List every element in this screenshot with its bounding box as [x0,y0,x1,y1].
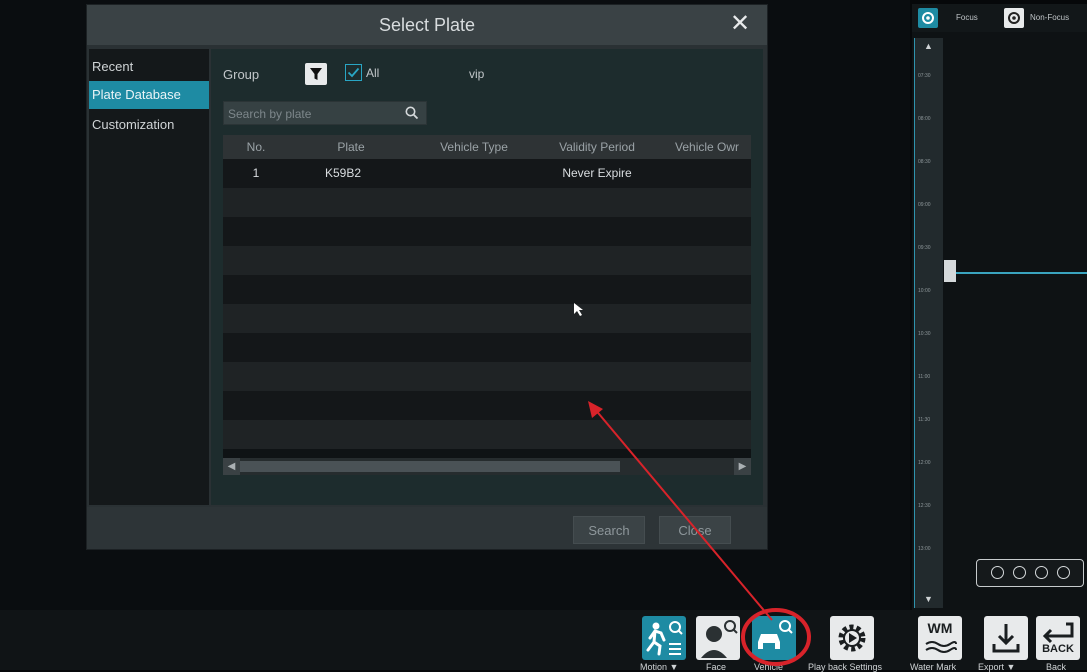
timeline-tick: 11:30 [918,417,931,423]
search-box [223,101,427,126]
horizontal-scrollbar[interactable]: ◀ ▶ [223,458,751,475]
timeline-tick: 12:30 [918,503,931,509]
all-label: All [366,66,380,80]
all-checkbox[interactable] [345,64,362,81]
watermark-icon[interactable]: WM [918,616,962,660]
focus-icon[interactable] [918,8,938,28]
playback-settings-icon[interactable] [830,616,874,660]
bottom-toolbar: Motion ▼ Face Vehicle Play back Settings… [0,610,1087,672]
focus-label: Focus [956,13,978,22]
column-header-plate[interactable]: Plate [289,135,413,159]
group-label: Group [223,67,260,82]
column-header-vehicle-owner[interactable]: Vehicle Owr [659,135,751,159]
cell-no: 1 [252,166,260,180]
vehicle-label: Vehicle [754,662,784,672]
search-input[interactable] [224,102,410,126]
scroll-down-icon[interactable]: ▼ [924,594,933,604]
zoom-in-icon[interactable] [991,566,1004,579]
scroll-up-icon[interactable]: ▲ [924,41,933,51]
empty-row [223,362,751,391]
scroll-right-icon[interactable]: ▶ [734,458,751,475]
column-header-vehicle-type[interactable]: Vehicle Type [413,135,535,159]
export-icon[interactable] [984,616,1028,660]
timeline-tick: 13:00 [918,546,931,552]
non-focus-icon[interactable] [1004,8,1024,28]
empty-row [223,391,751,420]
sidebar-item-customization[interactable]: Customization [89,111,209,139]
export-label: Export ▼ [978,662,1016,672]
face-label: Face [706,662,727,672]
sidebar-item-plate-database[interactable]: Plate Database [89,81,209,109]
playback-settings-label: Play back Settings [808,662,883,672]
timeline-panel: Focus Non-Focus ▲ 07:30 08:00 08:30 09:0… [912,4,1087,610]
cell-vehicle-type [413,159,535,188]
dialog-sidebar: Recent Plate Database Customization [89,49,209,505]
dialog-title: Select Plate [87,5,767,45]
empty-row [223,275,751,304]
vehicle-search-icon[interactable] [752,616,796,660]
cell-plate: K59B2 [324,166,362,180]
table-header: No. Plate Vehicle Type Validity Period V… [223,135,751,159]
timeline-tick: 08:00 [918,116,931,122]
close-icon[interactable]: ✕ [725,9,755,39]
empty-row [223,420,751,449]
empty-row [223,304,751,333]
table-row[interactable]: 1 K59B2 Never Expire [223,159,751,188]
timeline-tick: 09:00 [918,202,931,208]
watermark-label: Water Mark [910,662,957,672]
plate-database-panel: Group All vip No. Plate Vehicle Type Val… [211,49,763,505]
timeline-tick: 11:00 [918,374,931,380]
empty-row [223,188,751,217]
timeline-tick: 10:00 [918,288,931,294]
zoom-reset-icon[interactable] [1035,566,1048,579]
sidebar-item-recent[interactable]: Recent [89,53,209,81]
timeline-ruler[interactable]: ▲ 07:30 08:00 08:30 09:00 09:30 10:00 10… [914,38,943,608]
timeline-tick: 08:30 [918,159,931,165]
scrollbar-thumb[interactable] [240,461,620,472]
close-button[interactable]: Close [659,516,731,544]
back-text: BACK [1042,643,1074,655]
column-header-validity-period[interactable]: Validity Period [535,135,659,159]
non-focus-label: Non-Focus [1030,13,1070,22]
select-plate-dialog: Select Plate ✕ Recent Plate Database Cus… [86,4,768,550]
empty-row [223,246,751,275]
scroll-left-icon[interactable]: ◀ [223,458,240,475]
search-button[interactable]: Search [573,516,645,544]
timeline-cursor-line [956,272,1087,274]
motion-search-icon[interactable] [642,616,686,660]
timeline-tick: 07:30 [918,73,931,79]
zoom-out-icon[interactable] [1013,566,1026,579]
filter-icon[interactable] [305,63,327,85]
zoom-fit-icon[interactable] [1057,566,1070,579]
back-icon[interactable]: BACK [1036,616,1080,660]
back-label: Back [1046,662,1067,672]
dialog-footer: Search Close [87,507,767,549]
cell-vehicle-owner [659,159,751,188]
search-icon[interactable] [404,105,420,121]
timeline-slider-handle[interactable] [944,260,956,282]
face-search-icon[interactable] [696,616,740,660]
motion-label: Motion ▼ [640,662,679,672]
cell-validity-period: Never Expire [562,166,632,180]
timeline-tick: 10:30 [918,331,931,337]
zoom-controls [976,559,1084,587]
plate-table: No. Plate Vehicle Type Validity Period V… [223,135,751,475]
empty-row [223,333,751,362]
group-tag-vip[interactable]: vip [469,67,484,81]
empty-row [223,217,751,246]
timeline-tick: 12:00 [918,460,931,466]
column-header-no[interactable]: No. [223,135,289,159]
focus-bar: Focus Non-Focus [912,4,1087,32]
timeline-tick: 09:30 [918,245,931,251]
